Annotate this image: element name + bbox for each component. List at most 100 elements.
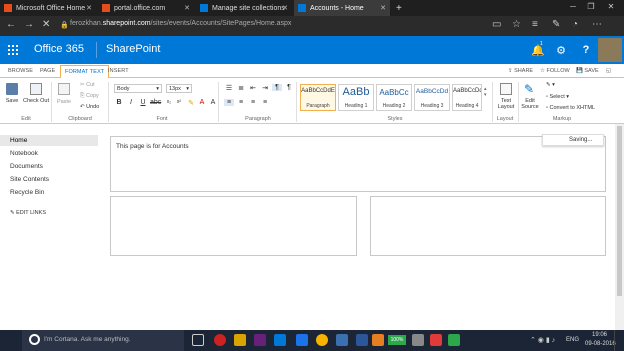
- font-family-select[interactable]: Body ▾: [114, 84, 162, 93]
- select-button[interactable]: ▫ Select ▾: [546, 94, 569, 100]
- browser-tab-portal[interactable]: portal.office.com ✕: [98, 0, 194, 16]
- superscript-button[interactable]: x²: [174, 99, 184, 105]
- app5-icon[interactable]: [448, 334, 460, 346]
- convert-xhtml-button[interactable]: ▫ Convert to XHTML: [546, 105, 595, 111]
- close-window-icon[interactable]: ✕: [604, 2, 618, 11]
- nav-item-notebook[interactable]: Notebook: [10, 150, 38, 157]
- decrease-indent-icon[interactable]: ⇤: [248, 84, 258, 92]
- clear-format-icon[interactable]: A: [208, 99, 218, 106]
- text-layout-button[interactable]: Text Layout: [494, 98, 518, 110]
- url-field[interactable]: ferozkhan.sharepoint.com/sites/events/Ac…: [70, 20, 291, 27]
- minimize-icon[interactable]: ─: [566, 2, 580, 11]
- new-tab-button[interactable]: +: [392, 0, 404, 16]
- bullets-icon[interactable]: ☰: [224, 84, 234, 92]
- tab-insert[interactable]: INSERT: [108, 68, 129, 74]
- save-button[interactable]: Save: [2, 98, 22, 104]
- chrome-icon[interactable]: [316, 334, 328, 346]
- align-center-icon[interactable]: ≡: [236, 99, 246, 106]
- reading-view-icon[interactable]: ▭: [492, 19, 501, 30]
- web-part-zone-right[interactable]: [370, 196, 606, 256]
- save-top-button[interactable]: 💾 SAVE: [576, 68, 599, 74]
- clock-date[interactable]: 09-08-2016: [585, 341, 616, 347]
- style-heading1[interactable]: AaBb Heading 1: [338, 84, 374, 111]
- start-button[interactable]: [0, 330, 22, 351]
- show-desktop-button[interactable]: [614, 330, 624, 351]
- browser-tab-office-home[interactable]: Microsoft Office Home ✕: [0, 0, 96, 16]
- stop-icon[interactable]: ✕: [42, 19, 50, 30]
- edit-links-button[interactable]: ✎ EDIT LINKS: [10, 210, 46, 216]
- undo-button[interactable]: ↶ Undo: [80, 104, 99, 110]
- styles-scroll-icon[interactable]: ▴ ▾: [484, 86, 487, 98]
- style-paragraph[interactable]: AaBbCcDdE Paragraph: [300, 84, 336, 111]
- browser-tab-manage-site-collections[interactable]: Manage site collections ✕: [196, 0, 292, 16]
- bold-button[interactable]: B: [114, 99, 124, 106]
- style-heading4[interactable]: AaBbCcDd Heading 4: [452, 84, 482, 111]
- style-heading3[interactable]: AaBbCcDd Heading 3: [414, 84, 450, 111]
- task-view-icon[interactable]: [192, 334, 204, 346]
- underline-button[interactable]: U: [138, 99, 148, 106]
- tab-browse[interactable]: BROWSE: [8, 68, 33, 74]
- app4-icon[interactable]: [430, 334, 442, 346]
- office365-title[interactable]: Office 365: [34, 43, 84, 55]
- battery-indicator[interactable]: 100%: [388, 335, 406, 345]
- nav-item-home[interactable]: Home: [10, 137, 27, 144]
- close-icon[interactable]: ✕: [282, 4, 288, 12]
- highlight-color-icon[interactable]: ✎: [186, 99, 196, 107]
- web-part-zone-left[interactable]: [110, 196, 357, 256]
- numbering-icon[interactable]: ≣: [236, 84, 246, 92]
- close-icon[interactable]: ✕: [86, 4, 92, 12]
- favorite-star-icon[interactable]: ☆: [512, 19, 521, 30]
- italic-button[interactable]: I: [126, 99, 136, 106]
- help-button[interactable]: ?: [574, 36, 598, 64]
- rtl-icon[interactable]: ¶: [284, 84, 294, 91]
- checkout-button[interactable]: Check Out: [22, 98, 50, 104]
- avatar[interactable]: [598, 38, 622, 62]
- forward-icon[interactable]: →: [24, 19, 34, 30]
- style-heading2[interactable]: AaBbCc Heading 2: [376, 84, 412, 111]
- hub-icon[interactable]: ≡: [532, 19, 538, 30]
- word-icon[interactable]: [356, 334, 368, 346]
- mail-icon[interactable]: [274, 334, 286, 346]
- app3-icon[interactable]: [412, 334, 424, 346]
- follow-button[interactable]: ☆ FOLLOW: [540, 68, 570, 74]
- more-icon[interactable]: ⋯: [592, 19, 602, 30]
- tab-format-text[interactable]: FORMAT TEXT: [60, 65, 110, 79]
- notes-icon[interactable]: ✎: [552, 19, 560, 30]
- share-icon[interactable]: ◔: [572, 19, 578, 30]
- explorer-icon[interactable]: [234, 334, 246, 346]
- page-scrollbar[interactable]: [615, 124, 624, 330]
- paste-button[interactable]: Paste: [54, 99, 74, 105]
- font-color-icon[interactable]: A: [197, 99, 207, 106]
- edge-icon[interactable]: [296, 334, 308, 346]
- nav-item-documents[interactable]: Documents: [10, 163, 43, 170]
- justify-icon[interactable]: ≡: [260, 99, 270, 106]
- scrollbar-thumb[interactable]: [617, 126, 622, 296]
- markup-styles-icon[interactable]: ✎ ▾: [546, 82, 555, 88]
- edit-source-button[interactable]: Edit Source: [520, 98, 540, 110]
- language-indicator[interactable]: ENG: [566, 337, 579, 343]
- cortana-search-box[interactable]: I'm Cortana. Ask me anything.: [22, 330, 184, 351]
- browser-tab-accounts-home[interactable]: Accounts - Home ✕: [294, 0, 390, 16]
- increase-indent-icon[interactable]: ⇥: [260, 84, 270, 92]
- clock-time[interactable]: 19:06: [592, 332, 607, 338]
- opera-icon[interactable]: [214, 334, 226, 346]
- rich-text-editor[interactable]: This page is for Accounts: [110, 136, 606, 192]
- nav-item-site-contents[interactable]: Site Contents: [10, 176, 49, 183]
- app2-icon[interactable]: [372, 334, 384, 346]
- sharepoint-title[interactable]: SharePoint: [106, 43, 160, 55]
- cut-button[interactable]: ✂ Cut: [80, 82, 95, 88]
- settings-button[interactable]: ⚙: [549, 36, 573, 64]
- subscript-button[interactable]: x₂: [164, 99, 174, 105]
- notifications-bell-button[interactable]: 🔔 1: [526, 36, 550, 64]
- tab-page[interactable]: PAGE: [40, 68, 55, 74]
- visual-studio-icon[interactable]: [254, 334, 266, 346]
- fullscreen-icon[interactable]: ◱: [606, 68, 611, 74]
- share-button[interactable]: ⇪ SHARE: [508, 68, 533, 74]
- close-icon[interactable]: ✕: [380, 4, 386, 12]
- system-tray-icons[interactable]: ⌃ ◉ ▮ ♪: [530, 336, 555, 344]
- copy-button[interactable]: ⎘ Copy: [80, 93, 99, 100]
- back-icon[interactable]: ←: [6, 19, 16, 30]
- close-icon[interactable]: ✕: [184, 4, 190, 12]
- align-left-icon[interactable]: ≡: [224, 99, 234, 106]
- font-size-select[interactable]: 13px ▾: [166, 84, 192, 93]
